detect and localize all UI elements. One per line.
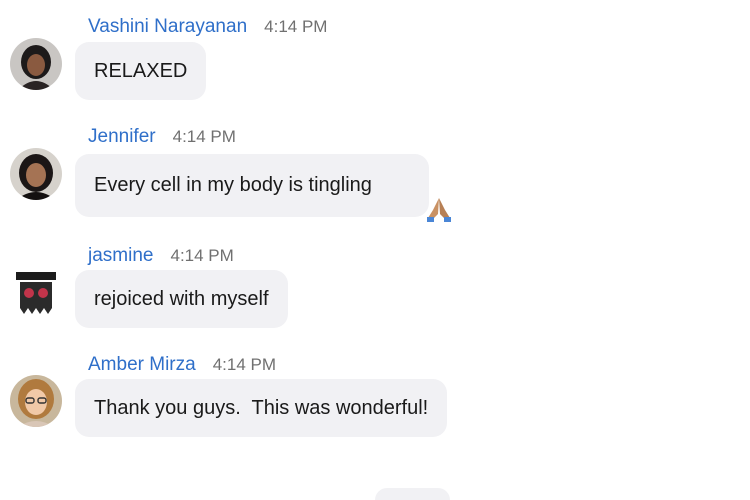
message-bubble-partial[interactable] — [375, 488, 450, 500]
folded-hands-icon — [380, 173, 452, 222]
sender-name: Vashini Narayanan — [88, 16, 248, 37]
message-text: Every cell in my body is tingling — [94, 174, 372, 196]
chat-message-list: Vashini Narayanan 4:14 PM RELAXED Jennif… — [0, 0, 750, 500]
sender-name: Jennifer — [88, 126, 156, 147]
message-time: 4:14 PM — [264, 17, 328, 36]
message-time: 4:14 PM — [172, 127, 236, 146]
avatar[interactable] — [10, 148, 62, 200]
message-bubble[interactable]: Thank you guys. This was wonderful! — [75, 379, 448, 437]
message-bubble[interactable]: RELAXED — [75, 42, 207, 100]
avatar[interactable] — [10, 375, 62, 427]
avatar[interactable] — [10, 266, 62, 318]
message-text: rejoiced with myself — [94, 287, 269, 310]
message-text: RELAXED — [94, 59, 188, 82]
message-time: 4:14 PM — [170, 246, 234, 265]
message-text: Thank you guys. This was wonderful! — [94, 396, 429, 419]
sender-name: Amber Mirza — [88, 354, 196, 375]
avatar[interactable] — [10, 38, 62, 90]
message-bubble[interactable]: Every cell in my body is tingling — [75, 154, 452, 222]
sender-name: jasmine — [88, 245, 154, 266]
message-time: 4:14 PM — [212, 355, 276, 374]
message-bubble[interactable]: rejoiced with myself — [75, 270, 288, 328]
